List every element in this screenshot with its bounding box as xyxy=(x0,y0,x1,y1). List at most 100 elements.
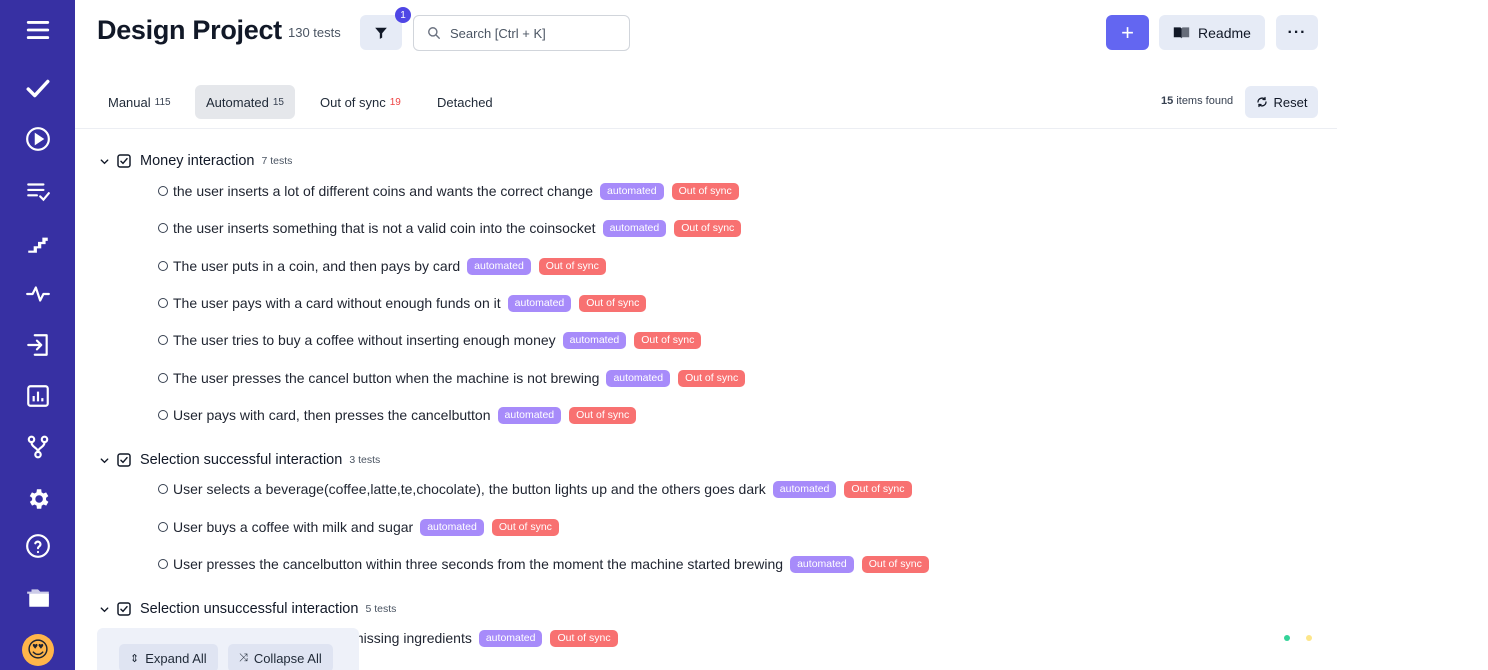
divider xyxy=(75,128,1337,129)
expand-all-button[interactable]: ⇕ Expand All xyxy=(119,644,218,670)
test-item[interactable]: User pays with card, then presses the ca… xyxy=(158,405,637,425)
suite-name: Selection successful interaction xyxy=(140,452,343,468)
expand-collapse-bar: ⇕ Expand All ⤨ Collapse All xyxy=(97,628,359,670)
out-of-sync-tag: Out of sync xyxy=(844,480,912,498)
tab-count: 19 xyxy=(389,96,401,108)
test-circle-icon xyxy=(158,261,168,271)
settings-gear-icon[interactable] xyxy=(23,484,53,514)
out-of-sync-tag: Out of sync xyxy=(538,257,606,275)
reset-button[interactable]: Reset xyxy=(1245,86,1318,118)
out-of-sync-tag: Out of sync xyxy=(550,629,618,647)
tab-out-of-sync[interactable]: Out of sync 19 xyxy=(309,85,412,119)
test-circle-icon xyxy=(158,298,168,308)
collapse-icon: ⤨ xyxy=(239,651,248,664)
runs-play-icon[interactable] xyxy=(23,124,53,154)
tests-check-icon[interactable] xyxy=(23,73,53,103)
test-item[interactable]: the user inserts something that is not a… xyxy=(158,218,742,238)
test-item[interactable]: the user inserts a lot of different coin… xyxy=(158,181,739,201)
test-item[interactable]: User presses the cancelbutton within thr… xyxy=(158,554,929,574)
automated-tag: automated xyxy=(420,518,484,536)
test-circle-icon xyxy=(158,559,168,569)
test-item[interactable]: missing ingredients automated Out of sync xyxy=(352,628,618,648)
search-input[interactable] xyxy=(450,25,610,41)
test-title: the user inserts a lot of different coin… xyxy=(173,183,593,199)
out-of-sync-tag: Out of sync xyxy=(569,406,637,424)
filter-button[interactable] xyxy=(360,15,402,50)
steps-icon[interactable] xyxy=(23,228,53,258)
automated-tag: automated xyxy=(599,182,664,200)
test-item[interactable]: The user tries to buy a coffee without i… xyxy=(158,330,702,350)
more-options-button[interactable]: ··· xyxy=(1276,15,1318,50)
automated-tag: automated xyxy=(602,219,667,237)
chevron-down-icon[interactable] xyxy=(99,604,111,615)
suite-selection-unsuccessful[interactable]: Selection unsuccessful interaction 5 tes… xyxy=(99,599,396,619)
analytics-icon[interactable] xyxy=(23,381,53,411)
more-dots-icon: ··· xyxy=(1287,23,1307,41)
suite-selection-successful[interactable]: Selection successful interaction 3 tests xyxy=(99,450,380,470)
test-item[interactable]: The user pays with a card without enough… xyxy=(158,293,647,313)
test-circle-icon xyxy=(158,373,168,383)
help-icon[interactable] xyxy=(23,531,53,561)
automated-tag: automated xyxy=(790,555,854,573)
sidebar: 😍 xyxy=(0,0,75,670)
add-test-button[interactable]: + xyxy=(1106,15,1149,50)
suite-name: Money interaction xyxy=(140,153,255,169)
tab-count: 15 xyxy=(272,96,284,108)
collapse-all-button[interactable]: ⤨ Collapse All xyxy=(228,644,333,670)
automated-tag: automated xyxy=(562,331,627,349)
filter-icon xyxy=(375,27,387,39)
suite-check-icon xyxy=(116,452,132,468)
out-of-sync-tag: Out of sync xyxy=(491,518,559,536)
readme-button[interactable]: Readme xyxy=(1159,15,1265,50)
expand-label: Expand All xyxy=(145,650,207,666)
tab-automated[interactable]: Automated 15 xyxy=(195,85,295,119)
suite-money-interaction[interactable]: Money interaction 7 tests xyxy=(99,151,292,171)
test-item[interactable]: The user puts in a coin, and then pays b… xyxy=(158,256,606,276)
suite-count: 3 tests xyxy=(349,454,381,466)
user-avatar[interactable]: 😍 xyxy=(22,634,54,666)
items-found-label: items found xyxy=(1176,95,1234,107)
branches-icon[interactable] xyxy=(23,432,53,462)
test-title: missing ingredients xyxy=(352,630,472,646)
out-of-sync-tag: Out of sync xyxy=(678,369,746,387)
test-circle-icon xyxy=(158,410,168,420)
test-circle-icon xyxy=(158,186,168,196)
automated-tag: automated xyxy=(772,480,837,498)
automated-tag: automated xyxy=(478,629,543,647)
pulse-icon[interactable] xyxy=(23,279,53,309)
test-circle-icon xyxy=(158,522,168,532)
filter-count-badge: 1 xyxy=(395,7,411,23)
suite-count: 7 tests xyxy=(261,155,293,167)
status-dot-green xyxy=(1284,635,1290,641)
test-title: The user presses the cancel button when … xyxy=(173,370,600,386)
test-title: The user pays with a card without enough… xyxy=(173,295,501,311)
automated-tag: automated xyxy=(467,257,531,275)
test-item[interactable]: User selects a beverage(coffee,latte,te,… xyxy=(158,479,912,499)
test-item[interactable]: The user presses the cancel button when … xyxy=(158,368,746,388)
suite-name: Selection unsuccessful interaction xyxy=(140,601,359,617)
projects-folder-icon[interactable] xyxy=(23,582,53,612)
expand-icon: ⇕ xyxy=(130,652,140,665)
test-title: The user tries to buy a coffee without i… xyxy=(173,332,556,348)
collapse-label: Collapse All xyxy=(253,650,322,666)
plans-list-icon[interactable] xyxy=(23,176,53,206)
tab-label: Manual xyxy=(108,94,151,110)
book-icon xyxy=(1173,26,1190,39)
test-title: the user inserts something that is not a… xyxy=(173,220,596,236)
test-title: User selects a beverage(coffee,latte,te,… xyxy=(173,481,766,497)
readme-label: Readme xyxy=(1198,24,1251,41)
page-title: Design Project xyxy=(97,15,282,45)
test-item[interactable]: User buys a coffee with milk and sugar au… xyxy=(158,517,559,537)
import-icon[interactable] xyxy=(23,330,53,360)
search-box[interactable] xyxy=(413,15,630,51)
test-title: The user puts in a coin, and then pays b… xyxy=(173,258,461,274)
menu-icon[interactable] xyxy=(23,15,53,45)
tab-detached[interactable]: Detached xyxy=(426,85,504,119)
chevron-down-icon[interactable] xyxy=(99,156,111,167)
out-of-sync-tag: Out of sync xyxy=(671,182,739,200)
tab-manual[interactable]: Manual 115 xyxy=(97,85,182,119)
tab-label: Out of sync xyxy=(320,94,386,110)
automated-tag: automated xyxy=(497,406,562,424)
chevron-down-icon[interactable] xyxy=(99,455,111,466)
tab-count: 115 xyxy=(154,96,171,108)
